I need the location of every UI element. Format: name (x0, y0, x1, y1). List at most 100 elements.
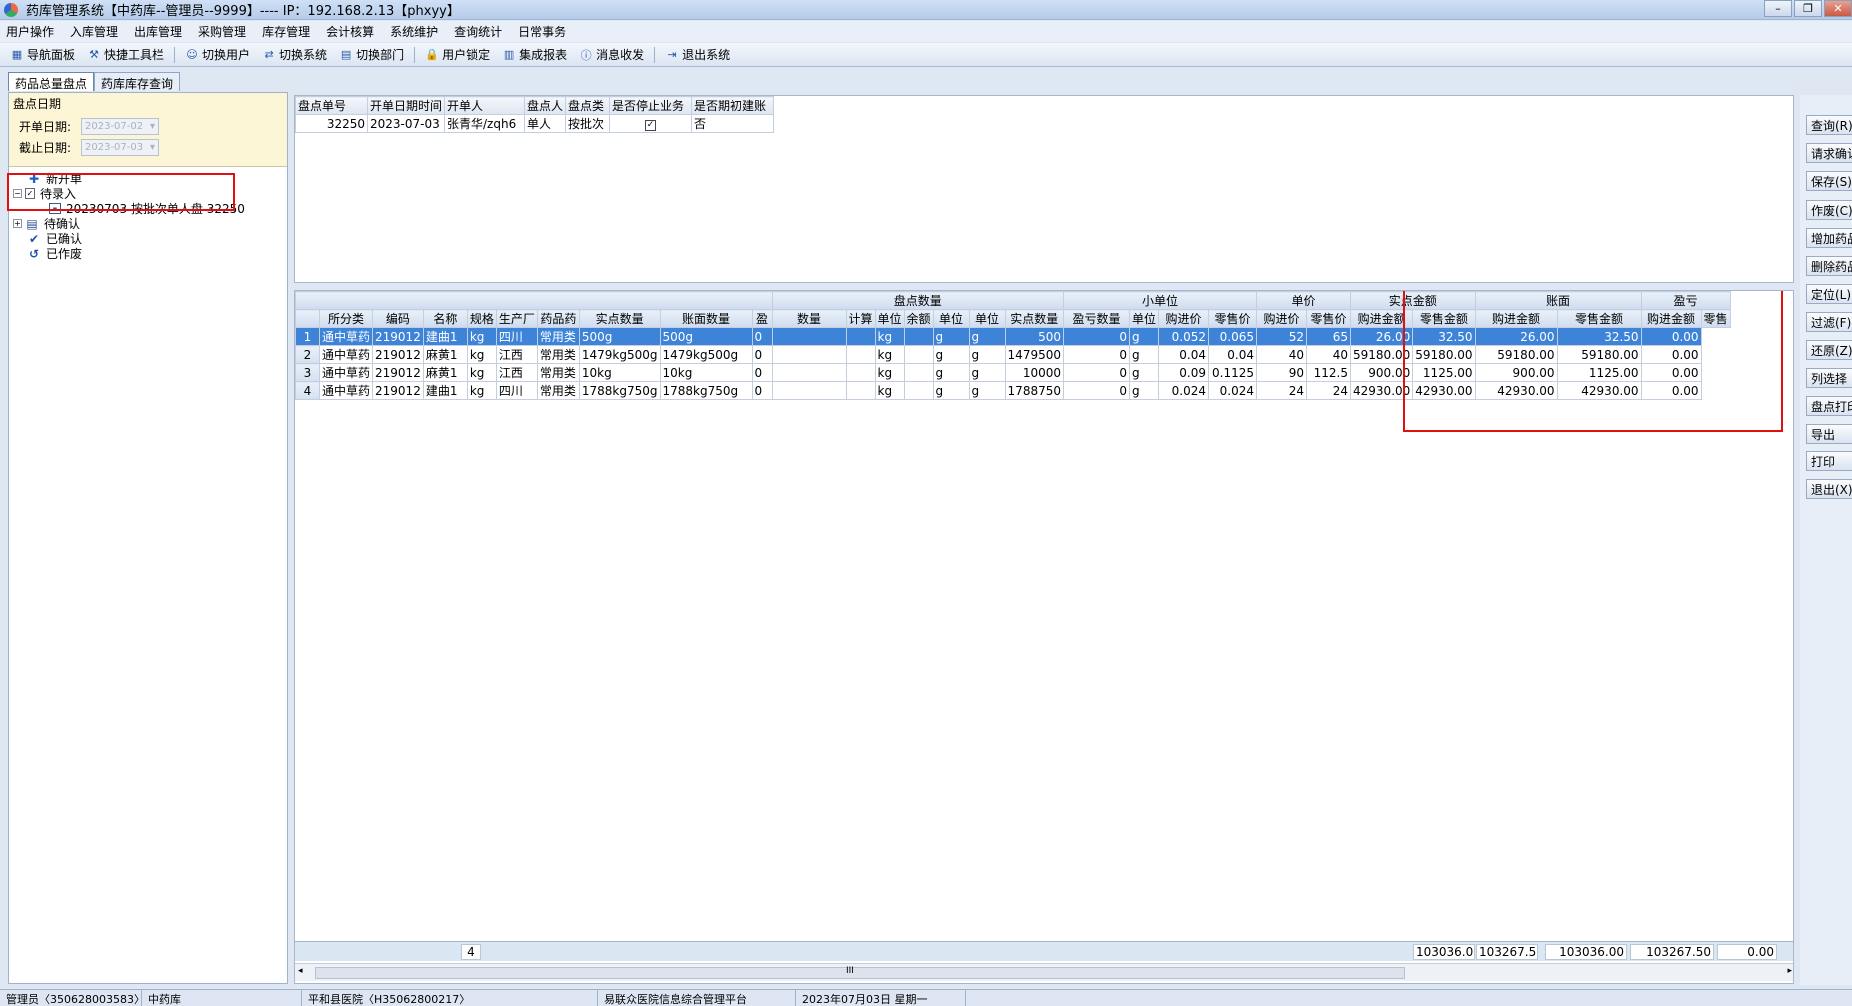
menu-outbound[interactable]: 出库管理 (134, 23, 182, 40)
restore-icon[interactable]: ❐ (1794, 0, 1822, 17)
column-header[interactable]: 所分类 (318, 309, 374, 328)
column-header[interactable]: 零售价 (1208, 309, 1258, 328)
scroll-left-icon[interactable]: ◂ (298, 966, 303, 976)
column-header[interactable]: 实点数量 (1004, 309, 1065, 328)
toolbar-switch-system[interactable]: ⇄ 切换系统 (260, 46, 329, 63)
close-icon[interactable]: ✕ (1824, 0, 1852, 17)
plus-icon: ✚ (28, 171, 40, 186)
table-row[interactable]: 2 通中草药 219012 麻黄1 kg 江西 常用类 1479kg500g 1479kg500… (295, 345, 1731, 364)
tree-node-new[interactable]: ✚ 新开单 (13, 171, 287, 187)
column-header[interactable]: 购进价 (1256, 309, 1308, 328)
end-date-field[interactable]: 2023-07-03 ▾ (81, 139, 159, 156)
minimize-icon[interactable]: – (1764, 0, 1792, 17)
col-order-date[interactable]: 开单日期时间 (366, 96, 446, 115)
column-header[interactable]: 购进金额 (1350, 309, 1414, 328)
collapse-icon[interactable]: − (13, 189, 22, 198)
menu-purchase[interactable]: 采购管理 (198, 23, 246, 40)
toolbar-user-lock[interactable]: 🔒 用户锁定 (423, 46, 492, 63)
table-cell: 江西 (495, 345, 538, 364)
column-header[interactable]: 零售金额 (1412, 309, 1476, 328)
horizontal-scrollbar[interactable]: ◂ III ▸ (295, 963, 1793, 981)
column-header[interactable]: 实点数量 (578, 309, 661, 328)
col-order-id[interactable]: 盘点单号 (295, 96, 368, 115)
start-date-field[interactable]: 2023-07-02 ▾ (81, 118, 159, 135)
tab-stocktake[interactable]: 药品总量盘点 (8, 72, 95, 91)
menu-stock[interactable]: 库存管理 (262, 23, 310, 40)
table-row[interactable]: 1 通中草药 219012 建曲1 kg 四川 常用类 500g 500g 0 kg g g 500 0 g 0… (295, 327, 1731, 346)
stocktake-print-button[interactable]: 盘点打印 (1806, 396, 1852, 416)
toolbar-switch-dept[interactable]: ▤ 切换部门 (337, 46, 406, 63)
toolbar-exit[interactable]: ⇥ 退出系统 (663, 46, 732, 63)
menu-daily[interactable]: 日常事务 (518, 23, 566, 40)
column-header[interactable]: 零售金额 (1556, 309, 1642, 328)
column-header[interactable]: 购进金额 (1474, 309, 1558, 328)
col-initial-account[interactable]: 是否期初建账 (691, 96, 775, 115)
tree-node-voided[interactable]: ↺ 已作废 (13, 246, 287, 262)
toolbar-switch-user[interactable]: ☺ 切换用户 (183, 46, 252, 63)
toolbar-nav-panel[interactable]: ▦ 导航面板 (8, 46, 77, 63)
exit-button[interactable]: 退出(X) (1806, 479, 1852, 499)
column-header[interactable]: 单位 (874, 309, 905, 328)
column-header[interactable]: 编码 (372, 309, 424, 328)
tree-node-confirmed[interactable]: ✔ 已确认 (13, 231, 287, 247)
tree-node-pending[interactable]: − ✓ 待录入 (13, 186, 287, 201)
menu-system[interactable]: 系统维护 (390, 23, 438, 40)
filter-button[interactable]: 过滤(F) (1806, 312, 1852, 332)
tab-stock-query[interactable]: 药库库存查询 (94, 72, 181, 91)
col-order-person[interactable]: 开单人 (444, 96, 526, 115)
column-header[interactable]: 盈 (751, 309, 773, 328)
table-row[interactable]: 32250 2023-07-03 张青华/zqh6 单人 按批次 ✓ 否 (295, 114, 775, 133)
col-count-type[interactable]: 盘点类 (565, 96, 611, 115)
column-header[interactable]: 单位 (1128, 309, 1160, 328)
column-header[interactable]: 账面数量 (659, 309, 753, 328)
table-cell: 42930.00 (1350, 381, 1414, 400)
export-button[interactable]: 导出 (1806, 424, 1852, 444)
checkbox-checked[interactable]: ✓ (645, 120, 657, 131)
tree-node-pending-order[interactable]: ▪ 20230703 按批次单人盘 32250 (13, 201, 287, 216)
table-row[interactable]: 3 通中草药 219012 麻黄1 kg 江西 常用类 10kg 10kg 0 kg g g 10000 0… (295, 363, 1731, 382)
menu-user[interactable]: 用户操作 (6, 23, 54, 40)
restore-button[interactable]: 还原(Z) (1806, 340, 1852, 360)
window-controls: – ❐ ✕ (1764, 0, 1852, 17)
column-header[interactable]: 余额 (903, 309, 934, 328)
delete-drug-button[interactable]: 删除药品 (1806, 256, 1852, 276)
locate-button[interactable]: 定位(L) (1806, 284, 1852, 304)
menu-inbound[interactable]: 入库管理 (70, 23, 118, 40)
query-button[interactable]: 查询(R) (1806, 115, 1852, 135)
col-stop-business[interactable]: 是否停止业务 (609, 96, 693, 115)
status-store: 中药库 (142, 990, 302, 1006)
column-header[interactable]: 购进价 (1158, 309, 1210, 328)
table-cell: 1479500 (1004, 345, 1065, 364)
column-header[interactable]: 零售 (1700, 309, 1731, 328)
void-button[interactable]: 作废(C) (1806, 200, 1852, 220)
column-header[interactable]: 购进金额 (1640, 309, 1702, 328)
menu-query[interactable]: 查询统计 (454, 23, 502, 40)
save-button[interactable]: 保存(S) (1806, 171, 1852, 191)
toolbar-report[interactable]: ▥ 集成报表 (500, 46, 569, 63)
column-header[interactable]: 单位 (968, 309, 1006, 328)
column-header[interactable]: 药品药 (536, 309, 580, 328)
scrollbar-thumb[interactable]: III (315, 966, 1405, 979)
tree-node-to-confirm[interactable]: + ▤ 待确认 (13, 216, 287, 231)
column-header[interactable]: 计算 (845, 309, 876, 328)
column-header[interactable]: 规格 (466, 309, 497, 328)
toolbar-messages[interactable]: ⓘ 消息收发 (577, 46, 646, 63)
table-row[interactable]: 4 通中草药 219012 建曲1 kg 四川 常用类 1788kg750g 1788kg750… (295, 381, 1731, 400)
request-confirm-button[interactable]: 请求确认 (1806, 143, 1852, 163)
expand-icon[interactable]: + (13, 219, 22, 228)
column-header[interactable]: 名称 (422, 309, 468, 328)
menu-accounting[interactable]: 会计核算 (326, 23, 374, 40)
scroll-right-icon[interactable]: ▸ (1787, 966, 1792, 976)
col-count-by[interactable]: 盘点人 (524, 96, 567, 115)
print-button[interactable]: 打印 (1806, 451, 1852, 471)
add-drug-button[interactable]: 增加药品 (1806, 228, 1852, 248)
column-select-button[interactable]: 列选择 (1806, 368, 1852, 388)
column-header[interactable]: 生产厂 (495, 309, 538, 328)
table-cell: 常用类 (536, 345, 580, 364)
column-header[interactable]: 零售价 (1306, 309, 1352, 328)
toolbar-quick-tools[interactable]: ⚒ 快捷工具栏 (85, 46, 166, 63)
panel-icon: ▦ (11, 48, 23, 61)
column-header[interactable]: 单位 (932, 309, 970, 328)
column-header[interactable]: 盈亏数量 (1063, 309, 1130, 328)
column-header[interactable]: 数量 (771, 309, 847, 328)
